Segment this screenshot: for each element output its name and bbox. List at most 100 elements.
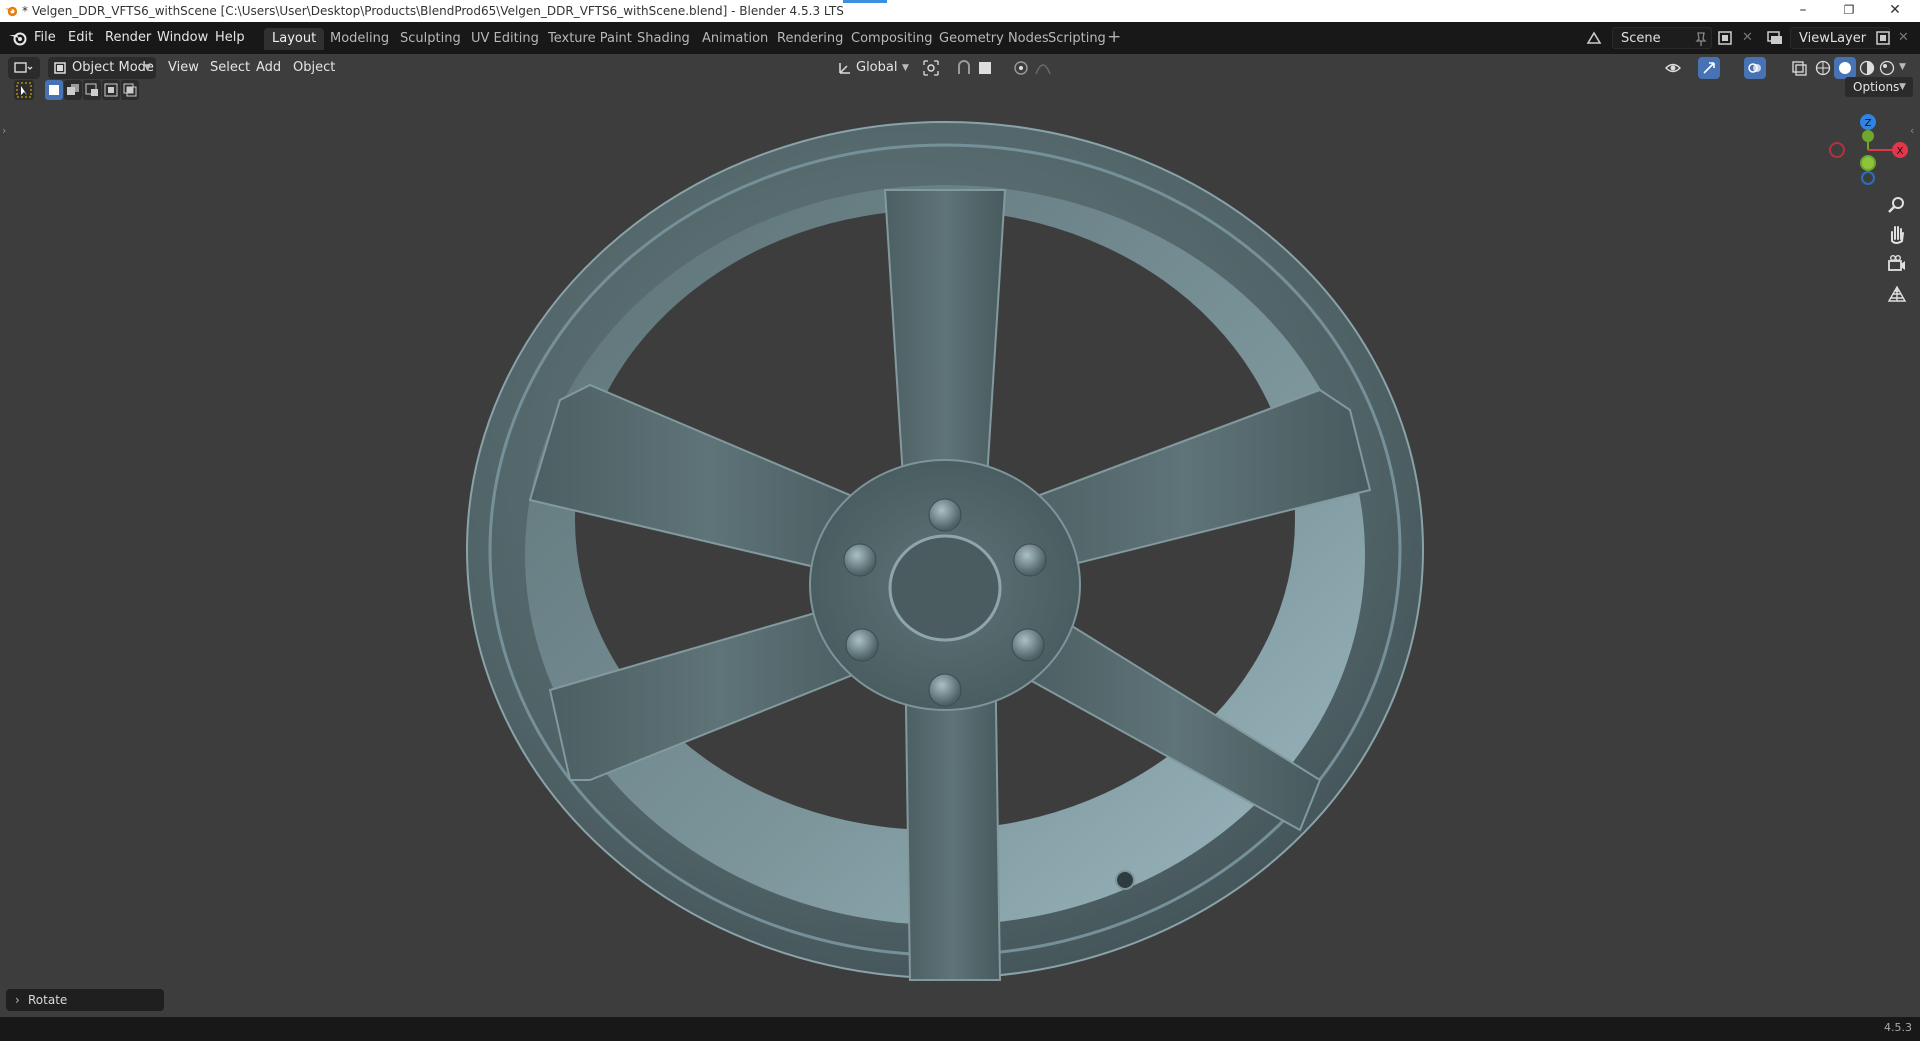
gizmo-y-axis[interactable]: [1862, 130, 1874, 142]
tab-shading[interactable]: Shading: [629, 28, 698, 50]
shading-options-chevron[interactable]: ▼: [1899, 62, 1906, 72]
select-tool-button[interactable]: [14, 80, 34, 100]
minimize-button[interactable]: –: [1780, 0, 1826, 22]
object-mode-dropdown[interactable]: Object Mode ▼: [48, 57, 156, 79]
menu-object[interactable]: Object: [293, 57, 335, 79]
shading-material-icon[interactable]: [1858, 59, 1876, 77]
editor-type-icon: [14, 62, 33, 73]
gizmo-toggle[interactable]: [1698, 57, 1720, 79]
menu-view[interactable]: View: [168, 57, 199, 79]
gizmo-neg-y-axis[interactable]: [1860, 155, 1876, 171]
tab-geometry-nodes[interactable]: Geometry Nodes: [931, 28, 1057, 50]
tab-rendering[interactable]: Rendering: [769, 28, 851, 50]
select-mode-invert[interactable]: [102, 80, 120, 100]
last-operator-label: Rotate: [28, 993, 68, 1007]
menu-window[interactable]: Window: [157, 29, 208, 47]
viewport-header: Object Mode ▼ View Select Add Object Glo…: [0, 54, 1920, 82]
ortho-grid-icon: [1887, 285, 1907, 302]
tab-texture-paint[interactable]: Texture Paint: [540, 28, 640, 50]
lug-nut: [1011, 628, 1045, 662]
tab-compositing[interactable]: Compositing: [843, 28, 941, 50]
gizmo-icon: [1703, 62, 1715, 74]
last-operator-panel[interactable]: › Rotate: [6, 989, 164, 1011]
pan-hand-icon: [1891, 226, 1904, 244]
xray-icon[interactable]: [1790, 59, 1808, 77]
pan-button[interactable]: [1884, 221, 1910, 247]
tab-layout[interactable]: Layout: [264, 28, 325, 50]
pivot-icon[interactable]: [922, 59, 940, 77]
menu-help[interactable]: Help: [215, 29, 245, 47]
camera-view-button[interactable]: [1884, 251, 1910, 277]
menu-file[interactable]: File: [34, 29, 56, 47]
sidebar-expand-arrow[interactable]: ‹: [1910, 124, 1914, 137]
new-view-layer-icon[interactable]: [1874, 29, 1892, 47]
snap-target-icon[interactable]: [976, 59, 994, 77]
gizmo-x-label: X: [1897, 146, 1904, 157]
camera-icon: [1888, 254, 1905, 271]
tab-scripting[interactable]: Scripting: [1040, 28, 1114, 50]
scene-delete-icon[interactable]: ✕: [1742, 30, 1753, 45]
view-layer-name: ViewLayer: [1799, 31, 1867, 46]
menu-add[interactable]: Add: [256, 57, 281, 79]
chevron-down-icon: ▼: [902, 63, 909, 73]
lug-nut: [845, 628, 879, 662]
tab-sculpting[interactable]: Sculpting: [392, 28, 469, 50]
options-dropdown[interactable]: Options ▼: [1845, 77, 1913, 97]
pin-icon[interactable]: [1692, 30, 1710, 48]
maximize-button[interactable]: ❐: [1826, 0, 1872, 22]
version-label: 4.5.3: [1884, 1021, 1912, 1034]
editor-type-button[interactable]: [8, 57, 40, 79]
progress-indicator: [843, 0, 887, 3]
lug-nut: [843, 543, 877, 577]
ortho-toggle-button[interactable]: [1884, 281, 1910, 307]
transform-orientation-icon: [839, 63, 850, 74]
menu-edit[interactable]: Edit: [68, 29, 93, 47]
new-scene-icon[interactable]: [1716, 29, 1734, 47]
chevron-down-icon: ▼: [1899, 82, 1906, 92]
shading-rendered-icon[interactable]: [1878, 59, 1896, 77]
window-title-bar: * Velgen_DDR_VFTS6_withScene [C:\Users\U…: [0, 0, 1920, 22]
proportional-edit-icon[interactable]: [1012, 59, 1030, 77]
lug-nut: [928, 673, 962, 707]
select-mode-intersect[interactable]: [121, 80, 139, 100]
select-mode-extend[interactable]: [64, 80, 82, 100]
cursor-icon: [16, 82, 32, 98]
lug-nut: [1013, 543, 1047, 577]
navigation-gizmo[interactable]: Z X: [1820, 110, 1910, 190]
select-extend-icon: [67, 84, 79, 95]
gizmo-neg-x-axis[interactable]: [1829, 142, 1845, 158]
shading-solid-button[interactable]: [1834, 57, 1856, 79]
select-invert-icon: [104, 83, 118, 97]
lug-nut: [928, 498, 962, 532]
select-box-icon: [49, 85, 59, 95]
add-workspace-button[interactable]: +: [1107, 27, 1121, 47]
scene-icon[interactable]: [1585, 29, 1603, 47]
close-button[interactable]: ✕: [1872, 0, 1918, 22]
tab-animation[interactable]: Animation: [694, 28, 776, 50]
visibility-icon[interactable]: [1664, 59, 1682, 77]
toolbar-expand-arrow[interactable]: ›: [2, 124, 6, 137]
overlay-icon: [1748, 63, 1761, 73]
menu-render[interactable]: Render: [105, 29, 151, 47]
shading-solid-icon: [1839, 62, 1851, 74]
gizmo-neg-z-axis[interactable]: [1861, 171, 1875, 185]
zoom-button[interactable]: [1884, 192, 1910, 218]
top-bar: File Edit Render Window Help Layout Mode…: [0, 22, 1920, 54]
blender-logo-icon[interactable]: [8, 30, 28, 46]
snap-icon[interactable]: [955, 59, 973, 77]
shading-wireframe-icon[interactable]: [1814, 59, 1832, 77]
overlay-toggle[interactable]: [1744, 57, 1766, 79]
view-layer-delete-icon[interactable]: ✕: [1898, 30, 1909, 45]
falloff-icon[interactable]: [1034, 59, 1052, 77]
select-mode-subtract[interactable]: [83, 80, 101, 100]
tab-modeling[interactable]: Modeling: [322, 28, 397, 50]
window-title: * Velgen_DDR_VFTS6_withScene [C:\Users\U…: [22, 4, 844, 18]
menu-select[interactable]: Select: [210, 57, 250, 79]
wheel-model[interactable]: [440, 80, 1440, 1010]
object-mode-icon: [54, 62, 66, 74]
transform-orientation-dropdown[interactable]: Global ▼: [836, 57, 914, 79]
tab-uv-editing[interactable]: UV Editing: [463, 28, 547, 50]
valve-stem: [1115, 870, 1135, 890]
select-mode-new[interactable]: [45, 80, 63, 100]
view-layer-icon[interactable]: [1766, 29, 1784, 47]
